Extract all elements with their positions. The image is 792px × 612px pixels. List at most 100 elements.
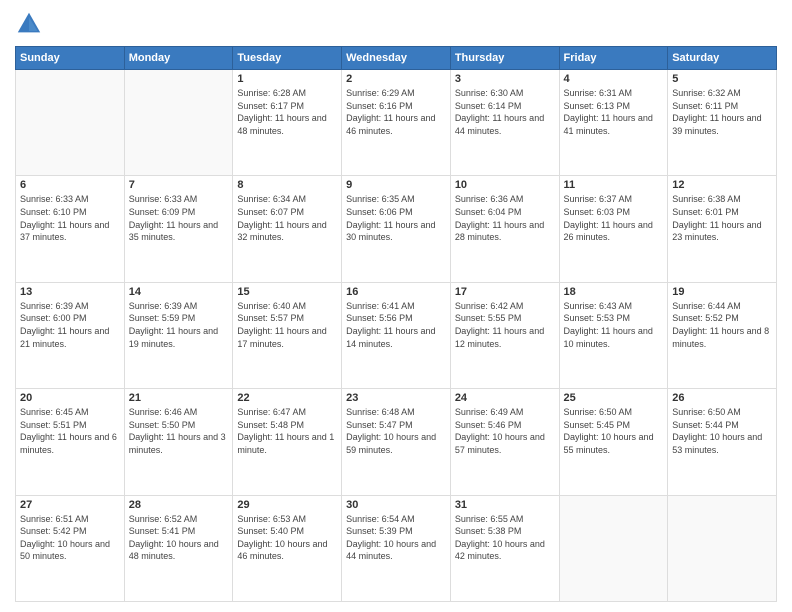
day-info: Sunrise: 6:37 AMSunset: 6:03 PMDaylight:… xyxy=(564,193,664,243)
calendar-day: 31 Sunrise: 6:55 AMSunset: 5:38 PMDayligh… xyxy=(450,495,559,601)
day-number: 17 xyxy=(455,286,555,298)
day-info: Sunrise: 6:50 AMSunset: 5:45 PMDaylight:… xyxy=(564,406,664,456)
calendar-day: 14Sunrise: 6:39 AMSunset: 5:59 PMDayligh… xyxy=(124,282,233,388)
day-number: 23 xyxy=(346,392,446,404)
day-info: Sunrise: 6:53 AMSunset: 5:40 PMDaylight:… xyxy=(237,513,337,563)
calendar-day: 3Sunrise: 6:30 AMSunset: 6:14 PMDaylight… xyxy=(450,70,559,176)
calendar-day: 4Sunrise: 6:31 AMSunset: 6:13 PMDaylight… xyxy=(559,70,668,176)
day-number: 13 xyxy=(20,286,120,298)
day-info: Sunrise: 6:33 AMSunset: 6:10 PMDaylight:… xyxy=(20,193,120,243)
day-number: 15 xyxy=(237,286,337,298)
day-info: Sunrise: 6:49 AMSunset: 5:46 PMDaylight:… xyxy=(455,406,555,456)
day-number: 16 xyxy=(346,286,446,298)
day-number: 6 xyxy=(20,179,120,191)
day-info: Sunrise: 6:29 AMSunset: 6:16 PMDaylight:… xyxy=(346,87,446,137)
day-info: Sunrise: 6:32 AMSunset: 6:11 PMDaylight:… xyxy=(672,87,772,137)
day-info: Sunrise: 6:39 AMSunset: 5:59 PMDaylight:… xyxy=(129,300,229,350)
day-number: 21 xyxy=(129,392,229,404)
day-number: 10 xyxy=(455,179,555,191)
weekday-header-tuesday: Tuesday xyxy=(233,47,342,70)
day-number: 24 xyxy=(455,392,555,404)
day-info: Sunrise: 6:39 AMSunset: 6:00 PMDaylight:… xyxy=(20,300,120,350)
calendar-day: 18 Sunrise: 6:43 AMSunset: 5:53 PMDayligh… xyxy=(559,282,668,388)
calendar-day: 1Sunrise: 6:28 AMSunset: 6:17 PMDaylight… xyxy=(233,70,342,176)
calendar-day: 5 Sunrise: 6:32 AMSunset: 6:11 PMDaylight… xyxy=(668,70,777,176)
day-info: Sunrise: 6:54 AMSunset: 5:39 PMDaylight:… xyxy=(346,513,446,563)
calendar-day xyxy=(16,70,125,176)
day-number: 29 xyxy=(237,499,337,511)
day-number: 20 xyxy=(20,392,120,404)
day-number: 26 xyxy=(672,392,772,404)
calendar-week-5: 27 Sunrise: 6:51 AMSunset: 5:42 PMDayligh… xyxy=(16,495,777,601)
calendar-day: 22Sunrise: 6:47 AMSunset: 5:48 PMDayligh… xyxy=(233,389,342,495)
day-number: 1 xyxy=(237,73,337,85)
day-number: 25 xyxy=(564,392,664,404)
day-info: Sunrise: 6:50 AMSunset: 5:44 PMDaylight:… xyxy=(672,406,772,456)
calendar-day: 9 Sunrise: 6:35 AMSunset: 6:06 PMDaylight… xyxy=(342,176,451,282)
calendar-day: 29 Sunrise: 6:53 AMSunset: 5:40 PMDayligh… xyxy=(233,495,342,601)
calendar-day xyxy=(668,495,777,601)
weekday-header-thursday: Thursday xyxy=(450,47,559,70)
day-number: 27 xyxy=(20,499,120,511)
weekday-header-monday: Monday xyxy=(124,47,233,70)
calendar-week-3: 13 Sunrise: 6:39 AMSunset: 6:00 PMDayligh… xyxy=(16,282,777,388)
day-info: Sunrise: 6:47 AMSunset: 5:48 PMDaylight:… xyxy=(237,406,337,456)
weekday-header-friday: Friday xyxy=(559,47,668,70)
day-number: 11 xyxy=(564,179,664,191)
weekday-header-row: SundayMondayTuesdayWednesdayThursdayFrid… xyxy=(16,47,777,70)
calendar-day: 7Sunrise: 6:33 AMSunset: 6:09 PMDaylight… xyxy=(124,176,233,282)
calendar-day: 25 Sunrise: 6:50 AMSunset: 5:45 PMDayligh… xyxy=(559,389,668,495)
calendar-day: 2 Sunrise: 6:29 AMSunset: 6:16 PMDaylight… xyxy=(342,70,451,176)
day-info: Sunrise: 6:55 AMSunset: 5:38 PMDaylight:… xyxy=(455,513,555,563)
calendar-day: 30 Sunrise: 6:54 AMSunset: 5:39 PMDayligh… xyxy=(342,495,451,601)
day-info: Sunrise: 6:52 AMSunset: 5:41 PMDaylight:… xyxy=(129,513,229,563)
calendar-day: 15 Sunrise: 6:40 AMSunset: 5:57 PMDayligh… xyxy=(233,282,342,388)
day-info: Sunrise: 6:44 AMSunset: 5:52 PMDaylight:… xyxy=(672,300,772,350)
day-info: Sunrise: 6:34 AMSunset: 6:07 PMDaylight:… xyxy=(237,193,337,243)
calendar-day: 28 Sunrise: 6:52 AMSunset: 5:41 PMDayligh… xyxy=(124,495,233,601)
calendar-day: 23Sunrise: 6:48 AMSunset: 5:47 PMDayligh… xyxy=(342,389,451,495)
logo xyxy=(15,10,47,38)
logo-icon xyxy=(15,10,43,38)
calendar-day: 12 Sunrise: 6:38 AMSunset: 6:01 PMDayligh… xyxy=(668,176,777,282)
calendar-day: 13 Sunrise: 6:39 AMSunset: 6:00 PMDayligh… xyxy=(16,282,125,388)
calendar-day: 26 Sunrise: 6:50 AMSunset: 5:44 PMDayligh… xyxy=(668,389,777,495)
calendar-day: 21Sunrise: 6:46 AMSunset: 5:50 PMDayligh… xyxy=(124,389,233,495)
day-number: 12 xyxy=(672,179,772,191)
weekday-header-sunday: Sunday xyxy=(16,47,125,70)
calendar-day: 16Sunrise: 6:41 AMSunset: 5:56 PMDayligh… xyxy=(342,282,451,388)
day-info: Sunrise: 6:51 AMSunset: 5:42 PMDaylight:… xyxy=(20,513,120,563)
calendar-day: 17Sunrise: 6:42 AMSunset: 5:55 PMDayligh… xyxy=(450,282,559,388)
day-number: 18 xyxy=(564,286,664,298)
day-number: 28 xyxy=(129,499,229,511)
calendar-day xyxy=(559,495,668,601)
calendar: SundayMondayTuesdayWednesdayThursdayFrid… xyxy=(15,46,777,602)
calendar-day: 11 Sunrise: 6:37 AMSunset: 6:03 PMDayligh… xyxy=(559,176,668,282)
day-number: 9 xyxy=(346,179,446,191)
calendar-day: 24 Sunrise: 6:49 AMSunset: 5:46 PMDayligh… xyxy=(450,389,559,495)
day-info: Sunrise: 6:31 AMSunset: 6:13 PMDaylight:… xyxy=(564,87,664,137)
day-number: 5 xyxy=(672,73,772,85)
calendar-day: 19 Sunrise: 6:44 AMSunset: 5:52 PMDayligh… xyxy=(668,282,777,388)
day-number: 7 xyxy=(129,179,229,191)
day-number: 2 xyxy=(346,73,446,85)
calendar-day: 8 Sunrise: 6:34 AMSunset: 6:07 PMDaylight… xyxy=(233,176,342,282)
calendar-day: 20 Sunrise: 6:45 AMSunset: 5:51 PMDayligh… xyxy=(16,389,125,495)
day-info: Sunrise: 6:45 AMSunset: 5:51 PMDaylight:… xyxy=(20,406,120,456)
day-info: Sunrise: 6:36 AMSunset: 6:04 PMDaylight:… xyxy=(455,193,555,243)
calendar-day: 10 Sunrise: 6:36 AMSunset: 6:04 PMDayligh… xyxy=(450,176,559,282)
calendar-day: 27 Sunrise: 6:51 AMSunset: 5:42 PMDayligh… xyxy=(16,495,125,601)
header xyxy=(15,10,777,38)
day-number: 8 xyxy=(237,179,337,191)
day-info: Sunrise: 6:43 AMSunset: 5:53 PMDaylight:… xyxy=(564,300,664,350)
day-info: Sunrise: 6:35 AMSunset: 6:06 PMDaylight:… xyxy=(346,193,446,243)
weekday-header-saturday: Saturday xyxy=(668,47,777,70)
calendar-day: 6 Sunrise: 6:33 AMSunset: 6:10 PMDaylight… xyxy=(16,176,125,282)
calendar-day xyxy=(124,70,233,176)
day-number: 30 xyxy=(346,499,446,511)
day-info: Sunrise: 6:38 AMSunset: 6:01 PMDaylight:… xyxy=(672,193,772,243)
day-number: 19 xyxy=(672,286,772,298)
day-info: Sunrise: 6:40 AMSunset: 5:57 PMDaylight:… xyxy=(237,300,337,350)
day-number: 31 xyxy=(455,499,555,511)
day-info: Sunrise: 6:30 AMSunset: 6:14 PMDaylight:… xyxy=(455,87,555,137)
